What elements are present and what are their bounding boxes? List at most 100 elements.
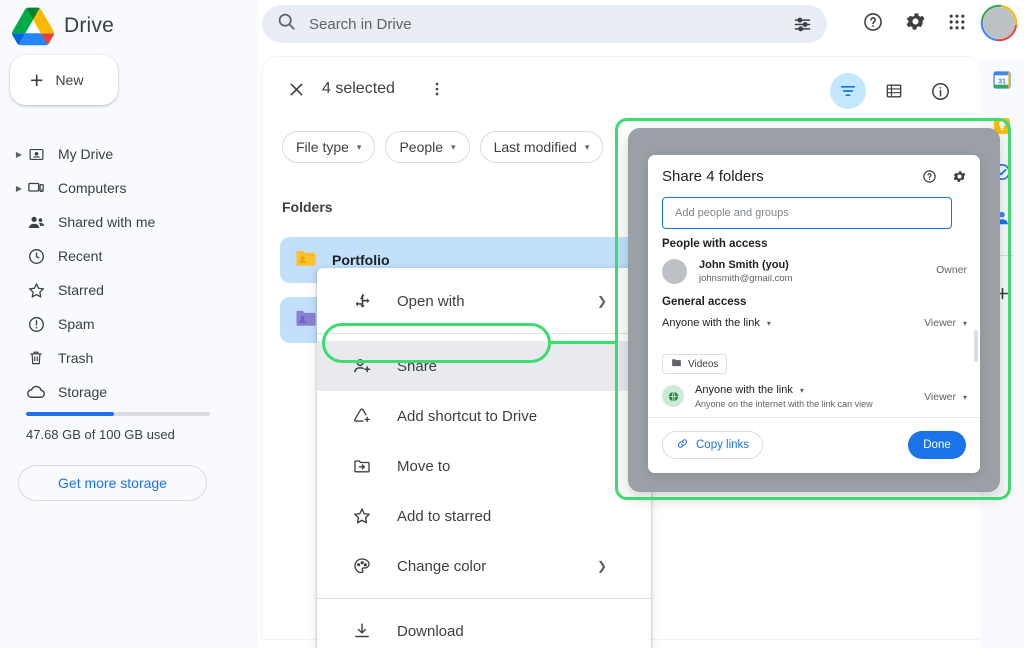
- calendar-app[interactable]: 31: [980, 57, 1024, 103]
- close-icon[interactable]: [282, 75, 310, 103]
- selection-count-label: 4 selected: [322, 80, 395, 98]
- menu-item-add-to-starred[interactable]: Add to starred: [317, 491, 651, 541]
- sidebar-item-my-drive[interactable]: ▶ My Drive: [0, 137, 258, 171]
- link-access-role[interactable]: Viewer ▾: [924, 391, 967, 403]
- sidebar-item-starred[interactable]: Starred: [0, 273, 258, 307]
- chip-last-modified[interactable]: Last modified ▾: [480, 131, 604, 163]
- more-vert-icon[interactable]: [424, 76, 450, 102]
- star-outline-icon: [351, 505, 373, 527]
- open-with-move-icon: [351, 290, 373, 312]
- role-label: Viewer: [924, 317, 956, 329]
- chip-label: People: [399, 139, 443, 155]
- sidebar-label: Shared with me: [58, 214, 155, 230]
- add-people-input[interactable]: [662, 197, 952, 229]
- trash-icon: [26, 348, 46, 368]
- selection-toolbar: 4 selected: [262, 57, 980, 119]
- help-circle-icon[interactable]: [920, 167, 938, 185]
- filter-button[interactable]: [830, 73, 866, 109]
- shared-people-icon: [26, 212, 46, 232]
- menu-separator: [317, 598, 651, 599]
- link-access-description: Anyone on the internet with the link can…: [695, 398, 873, 411]
- plus-icon: +: [30, 69, 43, 92]
- move-to-folder-icon: [351, 455, 373, 477]
- new-button[interactable]: + New: [10, 55, 118, 105]
- link-access-label[interactable]: Anyone with the link: [695, 383, 793, 398]
- spam-icon: [26, 314, 46, 334]
- drive-title: Drive: [64, 14, 114, 38]
- help-circle-icon: [862, 11, 884, 36]
- settings-button[interactable]: [896, 4, 934, 42]
- link-icon: [676, 437, 689, 453]
- folders-section-title: Folders: [282, 199, 333, 215]
- list-view-button[interactable]: [876, 73, 912, 109]
- user-avatar: [662, 259, 687, 284]
- chevron-right-icon: ❯: [597, 294, 607, 308]
- sidebar-item-shared-with-me[interactable]: Shared with me: [0, 205, 258, 239]
- details-button[interactable]: [922, 73, 958, 109]
- share-dialog-header-icons: [920, 167, 968, 185]
- globe-icon: [662, 385, 684, 407]
- person-add-icon: [351, 355, 373, 377]
- folder-shared-icon: [294, 306, 318, 335]
- done-button[interactable]: Done: [908, 431, 966, 459]
- storage-progress-bar: [26, 412, 210, 416]
- filter-chips: File type ▾ People ▾ Last modified ▾: [282, 131, 603, 163]
- account-avatar[interactable]: [980, 4, 1018, 42]
- folder-shared-icon: [294, 246, 318, 275]
- menu-separator: [317, 333, 651, 334]
- chip-people[interactable]: People ▾: [385, 131, 469, 163]
- sidebar-nav: ▶ My Drive ▶: [0, 137, 258, 409]
- sidebar-label: Trash: [58, 350, 93, 366]
- share-dialog: Share 4 folders People with access John …: [648, 155, 980, 473]
- folder-chip-videos[interactable]: Videos: [662, 354, 727, 374]
- general-access-label[interactable]: Anyone with the link: [662, 317, 760, 329]
- new-button-label: New: [55, 72, 83, 88]
- menu-item-label: Add shortcut to Drive: [397, 408, 537, 425]
- sidebar-label: Computers: [58, 180, 126, 196]
- chip-file-type[interactable]: File type ▾: [282, 131, 375, 163]
- folder-icon: [671, 357, 682, 371]
- search-bar[interactable]: [262, 5, 827, 43]
- menu-item-share[interactable]: Share: [317, 341, 651, 391]
- copy-links-button[interactable]: Copy links: [662, 431, 763, 459]
- cloud-icon: [26, 382, 46, 402]
- sidebar-item-spam[interactable]: Spam: [0, 307, 258, 341]
- menu-item-download[interactable]: Download: [317, 606, 651, 648]
- sidebar-label: Recent: [58, 248, 102, 264]
- menu-item-change-color[interactable]: Change color ❯: [317, 541, 651, 591]
- gear-icon: [904, 10, 927, 36]
- get-more-storage-button[interactable]: Get more storage: [18, 465, 207, 501]
- sidebar-item-storage[interactable]: Storage: [0, 375, 258, 409]
- folder-chip-label: Videos: [688, 359, 718, 370]
- chevron-down-icon[interactable]: ▾: [767, 319, 771, 328]
- link-access-title-row: Anyone with the link ▾: [695, 383, 873, 398]
- chevron-down-icon: ▾: [357, 142, 362, 153]
- download-icon: [351, 620, 373, 642]
- sidebar-item-trash[interactable]: Trash: [0, 341, 258, 375]
- gear-icon[interactable]: [950, 167, 968, 185]
- menu-item-move-to[interactable]: Move to: [317, 441, 651, 491]
- dialog-scrollbar[interactable]: [974, 330, 978, 362]
- tune-sliders-icon[interactable]: [785, 7, 819, 41]
- sidebar-item-computers[interactable]: ▶ Computers: [0, 171, 258, 205]
- link-access-row: Anyone with the link ▾ Anyone on the int…: [662, 383, 967, 415]
- palette-icon: [351, 555, 373, 577]
- avatar-image: [983, 7, 1015, 39]
- sidebar-item-recent[interactable]: Recent: [0, 239, 258, 273]
- menu-item-add-shortcut[interactable]: Add shortcut to Drive: [317, 391, 651, 441]
- help-button[interactable]: [854, 4, 892, 42]
- my-drive-icon: [26, 144, 46, 164]
- person-role: Owner: [936, 264, 967, 276]
- chevron-down-icon: ▾: [585, 142, 590, 153]
- chevron-down-icon[interactable]: ▾: [800, 383, 804, 398]
- google-apps-button[interactable]: [938, 4, 976, 42]
- google-drive-app: Drive + New ▶ My Drive ▶: [0, 0, 1024, 648]
- general-access-role[interactable]: Viewer ▾: [924, 317, 967, 329]
- menu-item-open-with[interactable]: Open with ❯: [317, 276, 651, 326]
- computers-icon: [26, 178, 46, 198]
- context-menu: Open with ❯ Share Add sho: [317, 268, 651, 648]
- add-shortcut-icon: [351, 405, 373, 427]
- search-input[interactable]: [309, 16, 785, 33]
- general-access-title: General access: [662, 296, 746, 308]
- storage-progress-fill: [26, 412, 114, 416]
